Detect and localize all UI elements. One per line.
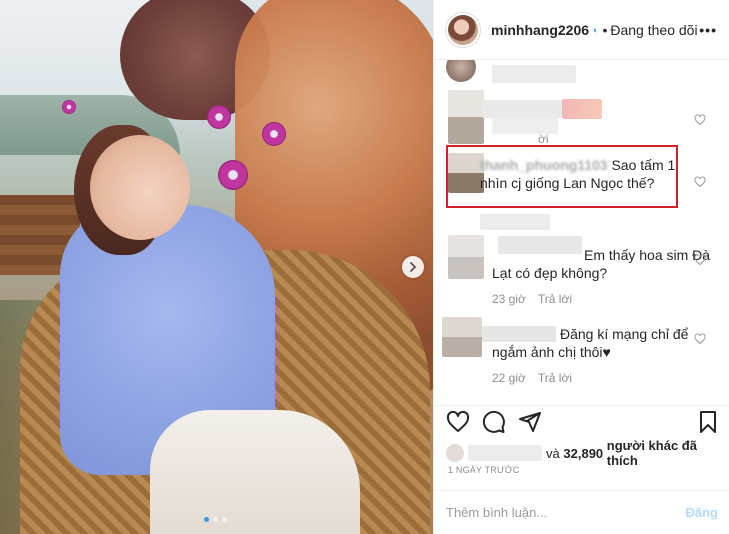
flower-decoration — [207, 105, 231, 129]
blurred-comment-text — [480, 214, 550, 230]
post-timestamp[interactable]: 1 NGÀY TRƯỚC — [448, 465, 520, 475]
likes-summary[interactable]: và 32,890 người khác đã thích — [446, 438, 729, 468]
add-comment-bar: Đăng — [434, 490, 729, 534]
heart-icon[interactable] — [694, 254, 706, 266]
likes-suffix[interactable]: người khác đã thích — [607, 438, 729, 468]
comment-avatar[interactable] — [446, 60, 476, 82]
carousel-next-button[interactable] — [402, 256, 424, 278]
comment-text: Đăng kí mạng chỉ để ngắm ảnh chị thôi♥ — [492, 326, 689, 360]
share-icon[interactable] — [518, 410, 542, 434]
comment-text-block: Em thấy hoa sim Đà Lạt có đẹp không? — [492, 246, 712, 282]
carousel-dot — [222, 517, 227, 522]
comment-time: 22 giờ — [492, 371, 526, 385]
comment-text: Em thấy hoa sim Đà Lạt có đẹp không? — [492, 247, 711, 281]
comment-meta: 22 giờ Trả lời — [492, 371, 572, 385]
follow-status-button[interactable]: Đang theo dõi — [610, 22, 697, 38]
bookmark-icon[interactable] — [696, 410, 720, 434]
comment-input[interactable] — [446, 505, 686, 520]
chevron-right-icon — [410, 262, 417, 272]
avatar[interactable] — [446, 12, 480, 47]
heart-icon[interactable] — [694, 176, 706, 188]
comment-avatar[interactable] — [448, 90, 484, 144]
post-actions — [434, 405, 729, 435]
story-ring-icon: ◖ — [592, 24, 598, 35]
heart-icon[interactable] — [694, 333, 706, 345]
post-side-panel: minhhang2206 ◖ • Đang theo dõi ••• ời th… — [433, 0, 729, 534]
photo-face — [90, 135, 190, 240]
carousel-indicator — [204, 517, 227, 522]
heart-icon[interactable] — [694, 114, 706, 126]
blurred-username — [482, 100, 562, 118]
post-photo[interactable] — [0, 0, 433, 534]
post-header: minhhang2206 ◖ • Đang theo dõi ••• — [434, 0, 729, 60]
carousel-dot — [213, 517, 218, 522]
comment-avatar[interactable] — [442, 317, 482, 357]
flower-decoration — [218, 160, 248, 190]
comment-reply-link[interactable]: Trả lời — [538, 292, 572, 306]
carousel-dot — [204, 517, 209, 522]
header-separator: • — [602, 21, 608, 38]
comment-reply-link[interactable]: ời — [538, 132, 549, 146]
more-options-icon[interactable]: ••• — [699, 22, 717, 38]
comment-icon[interactable] — [482, 410, 506, 434]
comment-time: 23 giờ — [492, 292, 526, 306]
flower-decoration — [262, 122, 286, 146]
blurred-liker-name — [467, 445, 543, 461]
author-username[interactable]: minhhang2206 — [491, 22, 589, 38]
photo-skirt — [150, 410, 360, 534]
blurred-emoji — [562, 99, 602, 119]
flower-decoration — [62, 100, 76, 114]
likes-prefix: và — [546, 445, 560, 461]
highlight-box — [446, 145, 678, 208]
heart-icon[interactable] — [446, 410, 470, 434]
comment-text-block: Đăng kí mạng chỉ để ngắm ảnh chị thôi♥ — [492, 325, 712, 361]
comment-reply-link[interactable]: Trả lời — [538, 371, 572, 385]
comments-list: ời thanh_phuong1103 Sao tấm 1 nhìn cj gi… — [434, 60, 729, 405]
liker-avatar — [446, 444, 464, 462]
comment-meta: 23 giờ Trả lời — [492, 292, 572, 306]
likes-count[interactable]: 32,890 — [563, 446, 603, 461]
post-comment-button[interactable]: Đăng — [686, 505, 719, 520]
blurred-comment-text — [492, 65, 576, 83]
comment-avatar[interactable] — [448, 235, 484, 279]
